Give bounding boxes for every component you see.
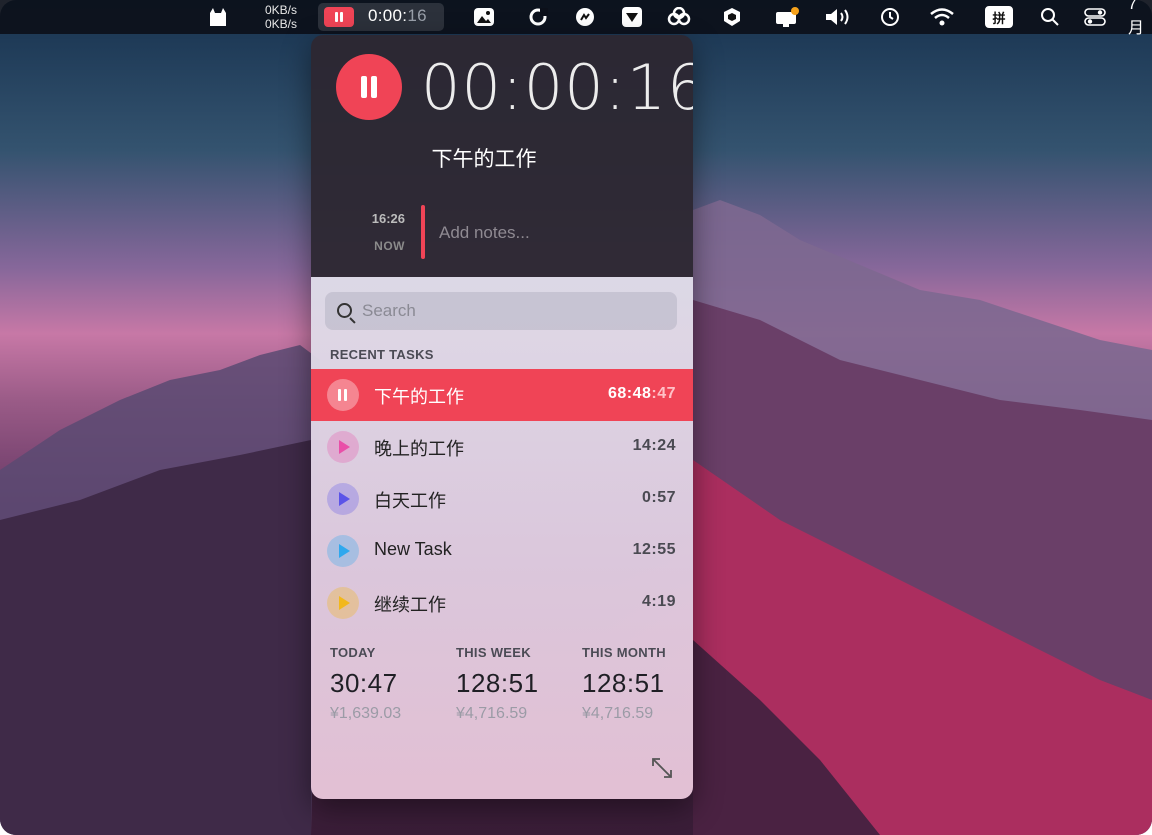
menubar-timer[interactable]: 0:00:16 (318, 3, 444, 31)
chat-icon[interactable] (572, 0, 598, 34)
display-icon[interactable] (773, 0, 801, 34)
ime-label: 拼 (985, 6, 1013, 28)
expand-icon[interactable] (651, 757, 673, 779)
stat-money: ¥4,716.59 (582, 705, 654, 722)
task-row[interactable]: 继续工作 4:19 (311, 577, 693, 629)
elapsed-time: 00:00:16 (421, 51, 693, 124)
mail-icon[interactable] (619, 0, 645, 34)
menu-bar: 0KB/s 0KB/s 0:00:16 拼 7月 (0, 0, 1152, 37)
notes-input[interactable] (439, 221, 669, 245)
task-row[interactable]: 晚上的工作 14:24 (311, 421, 693, 473)
net-down-text: 0KB/s (264, 17, 297, 31)
stat-this-month: THIS MONTH 128:51 ¥4,716.59 (582, 645, 666, 723)
wifi-icon[interactable] (927, 0, 957, 34)
stat-value: 30:47 (330, 668, 398, 698)
note-marker (421, 205, 425, 259)
task-name: New Task (374, 539, 452, 559)
task-row[interactable]: 白天工作 0:57 (311, 473, 693, 525)
task-name: 白天工作 (374, 491, 446, 511)
task-duration: 4:19 (641, 593, 676, 610)
play-icon[interactable] (327, 535, 359, 567)
photos-icon[interactable] (471, 0, 497, 34)
recent-tasks-heading: RECENT TASKS (330, 347, 434, 362)
stat-money: ¥1,639.03 (330, 705, 402, 722)
task-duration: 14:24 (632, 437, 676, 454)
input-method-indicator[interactable]: 拼 (984, 0, 1014, 34)
pause-icon[interactable] (327, 379, 359, 411)
stat-value: 128:51 (456, 668, 539, 698)
timer-popover: 00:00:16 下午的工作 16:26 NOW RECENT TASKS 下午… (311, 35, 693, 799)
task-name: 晚上的工作 (374, 439, 464, 459)
task-duration: 12:55 (632, 541, 676, 558)
pause-icon[interactable] (336, 54, 402, 120)
search-icon[interactable] (1037, 0, 1063, 34)
task-duration: 68:48:47 (607, 385, 676, 402)
menubar-timer-text: 0:00:16 (368, 6, 427, 26)
note-timestamp: 16:26 (371, 211, 405, 226)
control-center-icon[interactable] (1082, 0, 1108, 34)
task-duration: 0:57 (641, 489, 676, 506)
network-rate: 0KB/s 0KB/s (255, 3, 297, 31)
task-name: 继续工作 (374, 595, 446, 615)
timer-main: 0:00: (368, 6, 408, 25)
search-field[interactable] (325, 292, 677, 330)
task-name: 下午的工作 (374, 387, 464, 407)
stat-label: TODAY (330, 645, 376, 660)
play-icon[interactable] (327, 431, 359, 463)
stat-label: THIS WEEK (456, 645, 531, 660)
volume-icon[interactable] (823, 0, 855, 34)
current-task-title[interactable]: 下午的工作 (311, 143, 657, 173)
sync-icon[interactable] (525, 0, 551, 34)
net-up-text: 0KB/s (264, 3, 297, 17)
stat-label: THIS MONTH (582, 645, 666, 660)
stat-this-week: THIS WEEK 128:51 ¥4,716.59 (456, 645, 539, 723)
cat-icon[interactable] (205, 0, 231, 34)
stat-money: ¥4,716.59 (456, 705, 528, 722)
play-icon[interactable] (327, 587, 359, 619)
play-icon[interactable] (327, 483, 359, 515)
shield-icon[interactable] (719, 0, 745, 34)
current-timer-panel: 00:00:16 下午的工作 16:26 NOW (311, 35, 693, 277)
menubar-clock[interactable]: 7月 (1128, 0, 1152, 37)
task-row[interactable]: New Task 12:55 (311, 525, 693, 577)
creative-cloud-icon[interactable] (665, 0, 693, 34)
timer-seconds: 16 (407, 6, 427, 25)
pause-icon[interactable] (324, 7, 354, 27)
task-row[interactable]: 下午的工作 68:48:47 (311, 369, 693, 421)
note-now-label: NOW (374, 239, 405, 253)
search-input[interactable] (362, 301, 662, 321)
search-icon (337, 303, 352, 318)
stat-value: 128:51 (582, 668, 665, 698)
stat-today: TODAY 30:47 ¥1,639.03 (330, 645, 401, 723)
time-machine-icon[interactable] (877, 0, 903, 34)
